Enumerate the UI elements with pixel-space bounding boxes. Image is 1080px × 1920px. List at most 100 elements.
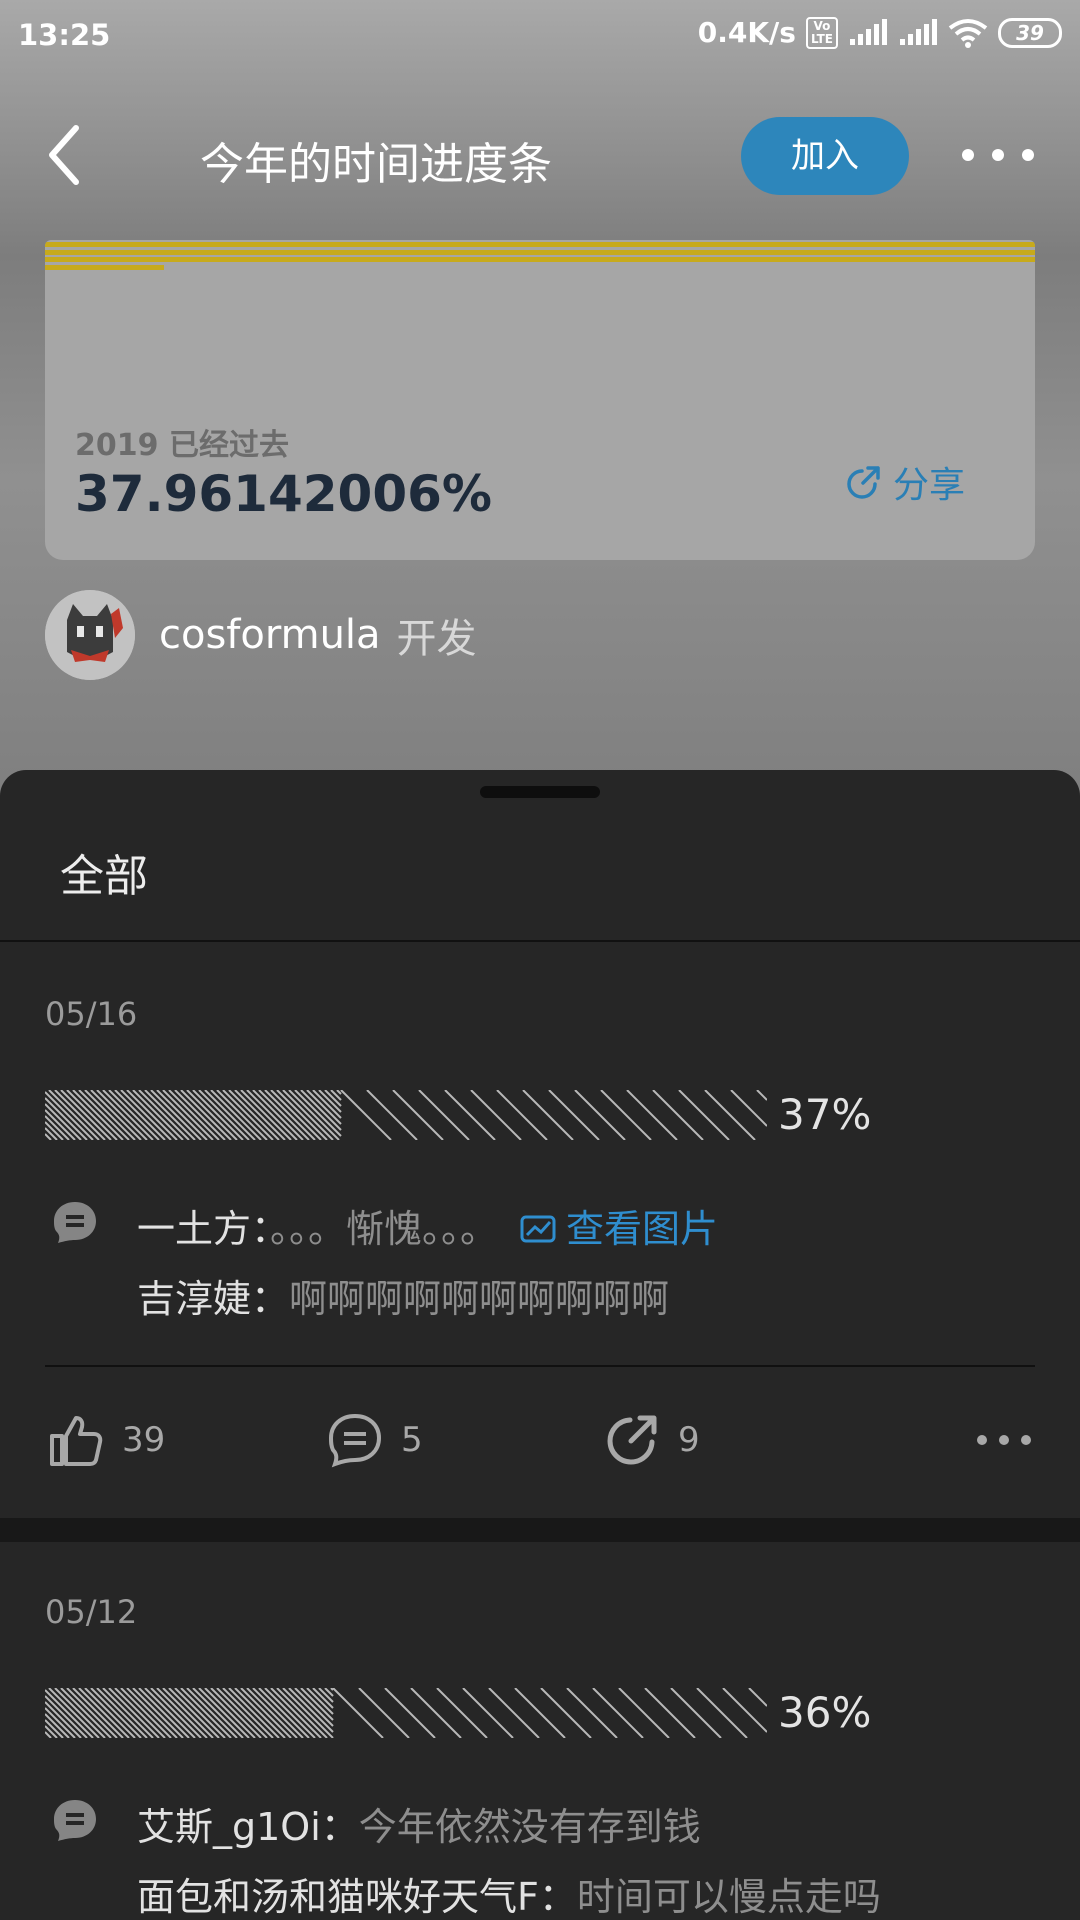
comment-line[interactable]: 吉淳婕：啊啊啊啊啊啊啊啊啊啊 (137, 1268, 669, 1323)
comment-line[interactable]: 艾斯_g1Oi：今年依然没有存到钱 (137, 1796, 701, 1851)
progress-hatch-filled (336, 1090, 342, 1095)
progress-hatch-empty (644, 1688, 696, 1738)
back-button[interactable] (40, 120, 100, 190)
more-dots-icon[interactable] (976, 1400, 1032, 1480)
post-percent: 36% (778, 1688, 872, 1737)
comment-count: 5 (401, 1420, 423, 1460)
progress-hatch-filled (45, 1109, 76, 1140)
progress-hatch-empty (756, 1090, 767, 1101)
post-divider (45, 1365, 1035, 1367)
progress-hatch-empty (748, 1688, 767, 1707)
comment-user[interactable]: 一土方： (137, 1207, 270, 1251)
status-icons: 0.4K/s Vo LTE 39 (698, 16, 1062, 49)
image-icon (520, 1215, 556, 1243)
progress-hatch-empty (436, 1688, 488, 1738)
progress-hatch-empty (496, 1090, 548, 1140)
progress-hatch-empty (548, 1090, 600, 1140)
progress-hatch-filled (294, 1090, 342, 1137)
comment-icon (54, 1202, 96, 1243)
view-image-link[interactable]: 查看图片 (520, 1207, 718, 1251)
year-progress-card: 2019 已经过去 37.96142006% 分享 (45, 240, 1035, 560)
author-name[interactable]: cosformula (159, 612, 381, 658)
more-dots-icon-glyph (977, 1435, 1031, 1445)
like-count: 39 (122, 1420, 166, 1460)
progress-hatch-empty (444, 1090, 496, 1140)
avatar[interactable] (45, 590, 135, 680)
post-progress-bar (45, 1688, 767, 1738)
progress-hatch-empty (600, 1090, 652, 1140)
post-percent: 37% (778, 1090, 872, 1139)
progress-hatch-empty (410, 1688, 462, 1738)
progress-hatch-empty (514, 1688, 566, 1738)
progress-hatch-empty (418, 1090, 470, 1140)
progress-hatch-empty (618, 1688, 670, 1738)
comment-user[interactable]: 吉淳婕： (137, 1277, 289, 1321)
progress-hatch-empty (462, 1688, 514, 1738)
progress-hatch-filled (300, 1090, 342, 1131)
post-date: 05/16 (45, 995, 138, 1033)
comment-user[interactable]: 面包和汤和猫咪好天气F： (137, 1875, 577, 1919)
wifi-icon (948, 18, 988, 48)
comment-text: 时间可以慢点走吗 (576, 1875, 881, 1919)
post-separator (0, 1518, 1080, 1542)
like-button[interactable]: 39 (48, 1400, 165, 1480)
divider (0, 940, 1080, 942)
progress-hatch-empty (358, 1688, 410, 1738)
battery-icon: 39 (998, 17, 1062, 48)
network-speed: 0.4K/s (697, 16, 796, 49)
comment-line[interactable]: 面包和汤和猫咪好天气F：时间可以慢点走吗 (137, 1866, 881, 1920)
card-progress-line (45, 265, 164, 270)
progress-hatch-empty (488, 1688, 540, 1738)
progress-hatch-filled (312, 1090, 342, 1119)
drag-handle[interactable] (480, 786, 600, 798)
progress-hatch-filled (45, 1127, 58, 1140)
progress-hatch-empty (470, 1090, 522, 1140)
status-bar: 13:25 0.4K/s Vo LTE 39 (0, 0, 1080, 72)
progress-hatch-empty (332, 1688, 384, 1738)
comment-text: 啊啊啊啊啊啊啊啊啊啊 (289, 1277, 670, 1321)
progress-hatch-empty (540, 1688, 592, 1738)
page-title: 今年的时间进度条 (200, 139, 552, 190)
join-button[interactable]: 加入 (741, 117, 909, 195)
progress-hatch-empty (340, 1090, 392, 1140)
card-progress-stripes (45, 240, 1035, 274)
progress-hatch-empty (574, 1090, 626, 1140)
comment-button[interactable]: 5 (327, 1400, 423, 1480)
progress-hatch-empty (670, 1688, 722, 1738)
progress-hatch-filled (45, 1707, 76, 1738)
share-icon (847, 466, 880, 499)
post-date: 05/12 (45, 1593, 138, 1631)
back-arrow-icon (49, 125, 79, 185)
progress-hatch-filled (45, 1725, 58, 1738)
signal-icon (850, 18, 887, 45)
post-progress-bar (45, 1090, 767, 1140)
share-button[interactable]: 分享 (845, 458, 965, 506)
comment-text: 。。。惭愧。。。 (270, 1207, 499, 1251)
progress-hatch-empty (566, 1688, 618, 1738)
more-dots-icon[interactable] (956, 140, 1040, 172)
volte-icon: Vo LTE (805, 16, 838, 49)
comment-line[interactable]: 一土方：。。。惭愧。。。 查看图片 (137, 1198, 718, 1253)
post-actions: 39 5 9 (0, 1400, 1080, 1480)
comment-user[interactable]: 艾斯_g1Oi： (137, 1805, 359, 1849)
repost-icon (607, 1415, 657, 1465)
card-percent: 37.96142006% (75, 465, 492, 523)
tab-all[interactable]: 全部 (60, 840, 148, 904)
progress-hatch-empty (384, 1688, 436, 1738)
header-bar: 今年的时间进度条 加入 (0, 100, 1080, 210)
repost-button[interactable]: 9 (604, 1400, 700, 1480)
progress-hatch-empty (592, 1688, 644, 1738)
comment-text: 今年依然没有存到钱 (358, 1805, 701, 1849)
progress-hatch-empty (722, 1688, 767, 1733)
progress-hatch-empty (652, 1090, 704, 1140)
progress-hatch-filled (45, 1731, 52, 1738)
progress-hatch-empty (678, 1090, 730, 1140)
thumb-up-icon (50, 1416, 103, 1466)
cat-avatar-icon (45, 590, 135, 680)
status-time: 13:25 (18, 18, 111, 52)
bottom-sheet: 全部 05/16 37% 一土方：。。。惭愧。。。 查看图片 吉淳婕：啊啊啊啊啊啊… (0, 770, 1080, 1920)
comment-icon (328, 1413, 382, 1468)
signal-icon-2 (900, 18, 937, 45)
view-image-label: 查看图片 (566, 1207, 719, 1251)
author-row[interactable]: cosformula 开发 (45, 590, 477, 680)
